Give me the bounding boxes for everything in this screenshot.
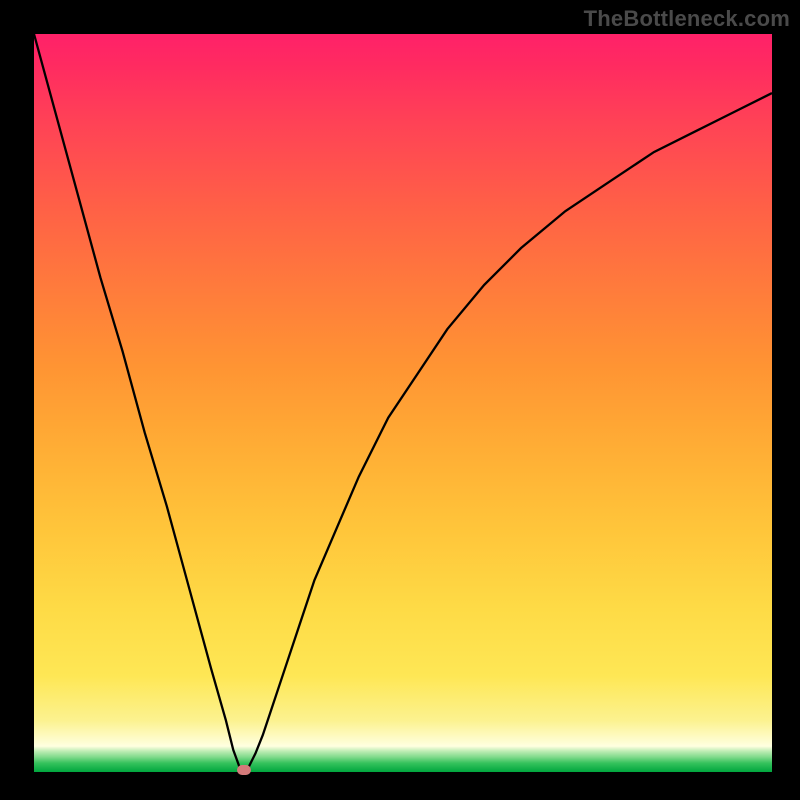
watermark-text: TheBottleneck.com	[584, 6, 790, 32]
curve-svg	[34, 34, 772, 772]
minimum-marker	[237, 765, 251, 775]
chart-container: TheBottleneck.com	[0, 0, 800, 800]
plot-area	[34, 34, 772, 772]
bottleneck-curve	[34, 34, 772, 770]
